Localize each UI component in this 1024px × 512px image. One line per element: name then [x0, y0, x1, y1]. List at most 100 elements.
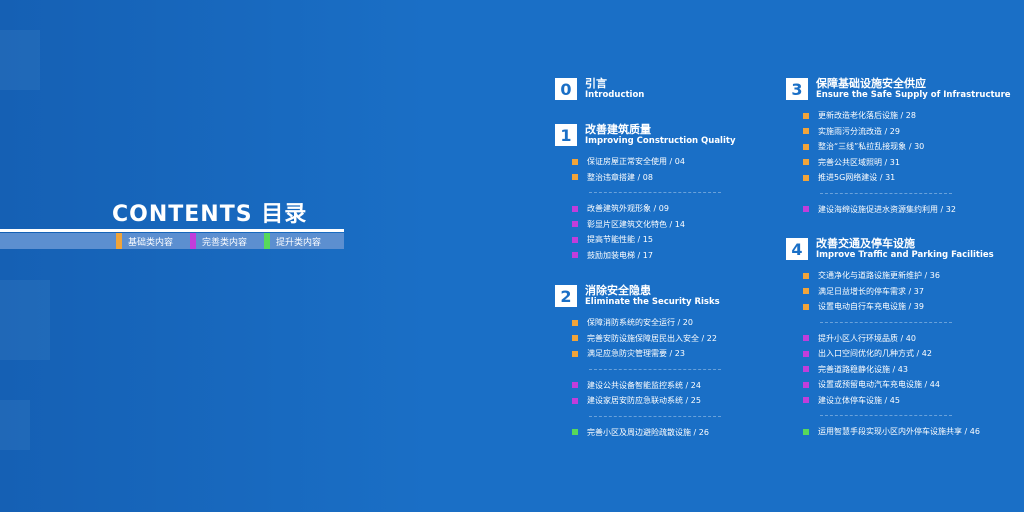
legend-swatch — [116, 233, 122, 249]
category-square-icon — [803, 128, 809, 135]
legend-label: 提升类内容 — [276, 237, 322, 248]
toc-entry-label: 满足应急防灾管理需要 / 23 — [587, 349, 685, 359]
toc-entry-label: 保证房屋正常安全使用 / 04 — [587, 157, 685, 167]
category-square-icon — [572, 221, 578, 228]
toc-entry[interactable]: 建设公共设备智能监控系统 / 24 — [555, 378, 720, 394]
category-square-icon — [572, 174, 578, 181]
toc-entry[interactable]: 建设家居安防应急联动系统 / 25 — [555, 393, 720, 409]
toc-entry-label: 整治“三线”私拉乱接现象 / 30 — [818, 142, 925, 152]
toc-entry[interactable]: 更新改造老化落后设施 / 28 — [786, 108, 1011, 124]
toc-entry[interactable]: 完善安防设施保障居民出入安全 / 22 — [555, 331, 720, 347]
group-divider — [786, 186, 1011, 202]
toc-entry[interactable]: 建设海绵设施促进水资源集约利用 / 32 — [786, 202, 1011, 218]
toc-entry[interactable]: 提升小区人行环境品质 / 40 — [786, 331, 994, 347]
category-square-icon — [572, 335, 578, 342]
section-title-zh: 消除安全隐患 — [585, 284, 651, 297]
toc-entry[interactable]: 设置或预留电动汽车充电设施 / 44 — [786, 377, 994, 393]
legend: 基础类内容 完善类内容 提升类内容 — [116, 233, 338, 249]
toc-entry-label: 彰显片区建筑文化特色 / 14 — [587, 219, 685, 229]
section-security-risks: 2 消除安全隐患 Eliminate the Security Risks 保障消防系… — [555, 285, 721, 441]
group-divider — [786, 408, 994, 424]
section-construction-quality: 1 改善建筑质量 Improving Construction Quality 保证房… — [555, 124, 736, 263]
category-square-icon — [803, 335, 809, 342]
toc-entry-label: 完善公共区域照明 / 31 — [818, 157, 900, 167]
group-divider — [555, 362, 721, 378]
toc-entry[interactable]: 运用智慧手段实现小区内外停车设施共享 / 46 — [786, 424, 994, 440]
section-title-zh: 改善交通及停车设施 — [816, 237, 915, 250]
toc-entry[interactable]: 提高节能性能 / 15 — [555, 232, 736, 248]
toc-entry-label: 提高节能性能 / 15 — [587, 235, 653, 245]
section-title-zh: 保障基础设施安全供应 — [816, 77, 926, 90]
toc-entry[interactable]: 满足日益增长的停车需求 / 37 — [786, 284, 994, 300]
section-infrastructure: 3 保障基础设施安全供应 Ensure the Safe Supply of Inf… — [786, 78, 1011, 217]
category-square-icon — [572, 382, 578, 389]
category-square-icon — [803, 174, 809, 181]
toc-entry[interactable]: 鼓励加装电梯 / 17 — [555, 248, 736, 264]
section-title-zh: 改善建筑质量 — [585, 123, 651, 136]
category-square-icon — [803, 303, 809, 310]
section-title-en: Introduction — [585, 90, 645, 100]
section-header: 1 改善建筑质量 Improving Construction Quality — [555, 124, 736, 147]
group-divider — [786, 315, 994, 331]
category-square-icon — [803, 397, 809, 404]
category-square-icon — [803, 159, 809, 166]
toc-entry-label: 设置或预留电动汽车充电设施 / 44 — [818, 380, 940, 390]
title-underline — [0, 229, 344, 232]
toc-entry[interactable]: 推进5G网络建设 / 31 — [786, 170, 1011, 186]
section-header: 2 消除安全隐患 Eliminate the Security Risks — [555, 285, 720, 308]
category-square-icon — [803, 112, 809, 119]
toc-entry-label: 出入口空间优化的几种方式 / 42 — [818, 349, 932, 359]
left-panel — [0, 0, 430, 512]
toc-entry-label: 提升小区人行环境品质 / 40 — [818, 333, 916, 343]
toc-entry-label: 实施雨污分流改造 / 29 — [818, 126, 900, 136]
category-square-icon — [572, 397, 578, 404]
toc-entry[interactable]: 满足应急防灾管理需要 / 23 — [555, 346, 720, 362]
category-square-icon — [572, 429, 578, 436]
section-number: 2 — [555, 285, 577, 307]
section-header: 0 引言 Introduction — [555, 78, 644, 101]
toc-entry-label: 更新改造老化落后设施 / 28 — [818, 111, 916, 121]
toc-entry[interactable]: 整治违章搭建 / 08 — [555, 170, 736, 186]
section-title-zh: 引言 — [585, 77, 607, 90]
toc-entry[interactable]: 改善建筑外观形象 / 09 — [555, 201, 736, 217]
toc-entry[interactable]: 交通净化与道路设施更新维护 / 36 — [786, 268, 994, 284]
category-square-icon — [803, 428, 809, 435]
legend-item: 完善类内容 — [190, 233, 247, 249]
toc-entry[interactable]: 彰显片区建筑文化特色 / 14 — [555, 217, 736, 233]
section-number: 3 — [786, 78, 808, 100]
toc-entry[interactable]: 保障消防系统的安全运行 / 20 — [555, 315, 720, 331]
section-traffic-parking: 4 改善交通及停车设施 Improve Traffic and Parking Fa… — [786, 238, 994, 440]
category-square-icon — [572, 205, 578, 212]
toc-entry[interactable]: 实施雨污分流改造 / 29 — [786, 124, 1011, 140]
category-square-icon — [803, 350, 809, 357]
toc-entry[interactable]: 出入口空间优化的几种方式 / 42 — [786, 346, 994, 362]
toc-entry-label: 交通净化与道路设施更新维护 / 36 — [818, 271, 940, 281]
section-number: 0 — [555, 78, 577, 100]
category-square-icon — [803, 381, 809, 388]
toc-entry-label: 建设公共设备智能监控系统 / 24 — [587, 380, 701, 390]
category-square-icon — [572, 319, 578, 326]
toc-entry-label: 鼓励加装电梯 / 17 — [587, 250, 653, 260]
toc-entry-label: 满足日益增长的停车需求 / 37 — [818, 286, 924, 296]
toc-entry[interactable]: 设置电动自行车充电设施 / 39 — [786, 299, 994, 315]
toc-entry[interactable]: 保证房屋正常安全使用 / 04 — [555, 154, 736, 170]
section-title-en: Eliminate the Security Risks — [585, 297, 720, 307]
toc-entry[interactable]: 建设立体停车设施 / 45 — [786, 393, 994, 409]
toc-entry-label: 改善建筑外观形象 / 09 — [587, 204, 669, 214]
group-divider — [555, 185, 736, 201]
toc-entry-label: 设置电动自行车充电设施 / 39 — [818, 302, 924, 312]
decorative-block — [0, 280, 50, 360]
toc-entry[interactable]: 整治“三线”私拉乱接现象 / 30 — [786, 139, 1011, 155]
legend-swatch — [264, 233, 271, 249]
legend-swatch — [190, 233, 197, 249]
decorative-block — [0, 30, 40, 90]
category-square-icon — [803, 206, 809, 213]
toc-entry[interactable]: 完善小区及周边避险疏散设施 / 26 — [555, 425, 720, 441]
toc-entry-label: 保障消防系统的安全运行 / 20 — [587, 318, 693, 328]
toc-entry-label: 完善安防设施保障居民出入安全 / 22 — [587, 333, 717, 343]
toc-entry[interactable]: 完善道路稳静化设施 / 43 — [786, 362, 994, 378]
section-title-en: Improve Traffic and Parking Facilities — [816, 250, 994, 260]
toc-entry[interactable]: 完善公共区域照明 / 31 — [786, 155, 1011, 171]
section-header: 4 改善交通及停车设施 Improve Traffic and Parking Fa… — [786, 238, 994, 261]
legend-item: 基础类内容 — [116, 233, 173, 249]
